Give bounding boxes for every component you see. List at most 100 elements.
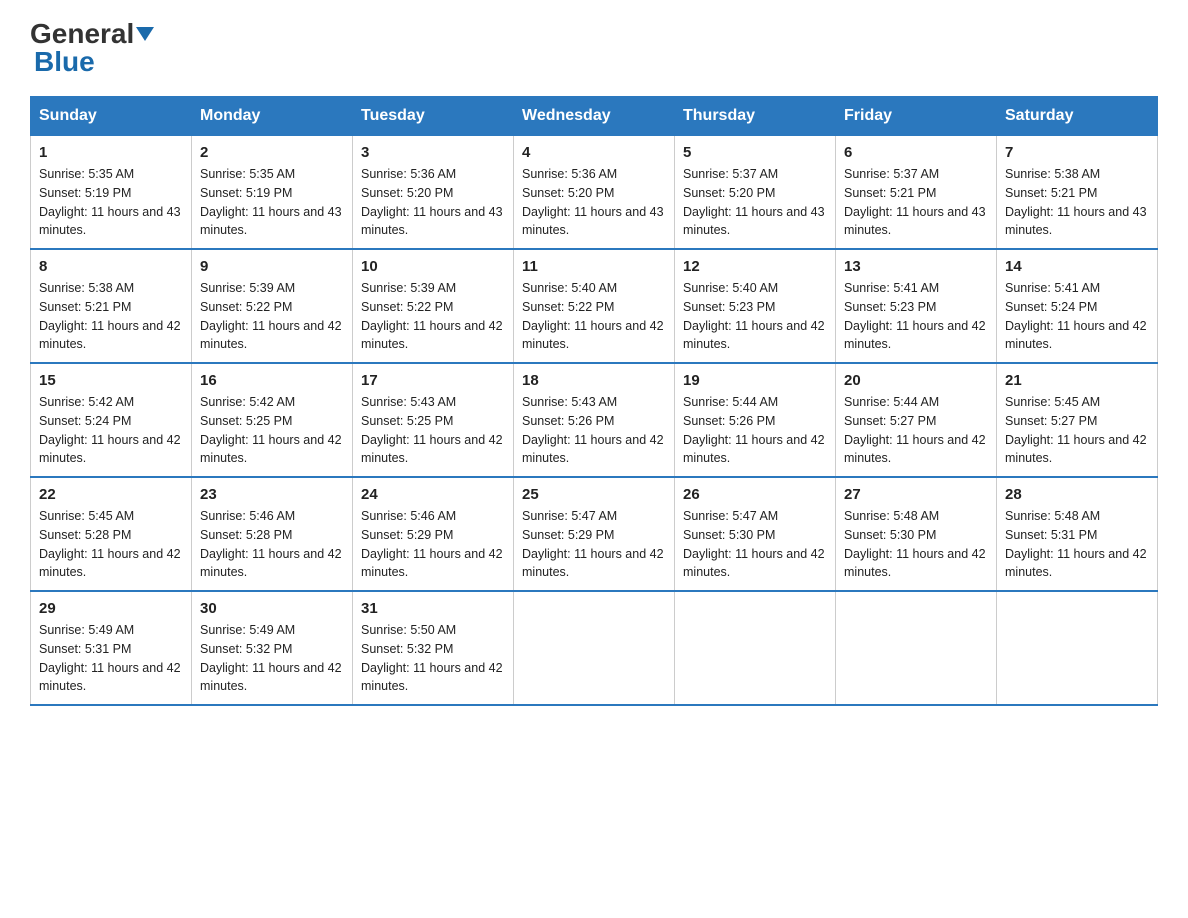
calendar-cell — [675, 591, 836, 705]
calendar-cell: 14 Sunrise: 5:41 AMSunset: 5:24 PMDaylig… — [997, 249, 1158, 363]
logo-triangle-icon — [136, 27, 154, 41]
day-number: 27 — [844, 486, 988, 503]
day-info: Sunrise: 5:39 AMSunset: 5:22 PMDaylight:… — [361, 281, 503, 351]
calendar-cell: 18 Sunrise: 5:43 AMSunset: 5:26 PMDaylig… — [514, 363, 675, 477]
calendar-week-row: 29 Sunrise: 5:49 AMSunset: 5:31 PMDaylig… — [31, 591, 1158, 705]
calendar-cell: 25 Sunrise: 5:47 AMSunset: 5:29 PMDaylig… — [514, 477, 675, 591]
day-number: 5 — [683, 144, 827, 161]
day-info: Sunrise: 5:38 AMSunset: 5:21 PMDaylight:… — [39, 281, 181, 351]
day-number: 13 — [844, 258, 988, 275]
calendar-header-tuesday: Tuesday — [353, 97, 514, 136]
day-number: 7 — [1005, 144, 1149, 161]
day-info: Sunrise: 5:47 AMSunset: 5:30 PMDaylight:… — [683, 509, 825, 579]
day-info: Sunrise: 5:36 AMSunset: 5:20 PMDaylight:… — [522, 167, 664, 237]
day-number: 19 — [683, 372, 827, 389]
day-info: Sunrise: 5:40 AMSunset: 5:23 PMDaylight:… — [683, 281, 825, 351]
day-info: Sunrise: 5:38 AMSunset: 5:21 PMDaylight:… — [1005, 167, 1147, 237]
calendar-cell: 29 Sunrise: 5:49 AMSunset: 5:31 PMDaylig… — [31, 591, 192, 705]
calendar-cell: 13 Sunrise: 5:41 AMSunset: 5:23 PMDaylig… — [836, 249, 997, 363]
day-number: 24 — [361, 486, 505, 503]
day-number: 22 — [39, 486, 183, 503]
day-info: Sunrise: 5:44 AMSunset: 5:27 PMDaylight:… — [844, 395, 986, 465]
day-number: 10 — [361, 258, 505, 275]
logo-general-text: General — [30, 20, 134, 48]
calendar-cell: 28 Sunrise: 5:48 AMSunset: 5:31 PMDaylig… — [997, 477, 1158, 591]
calendar-cell: 27 Sunrise: 5:48 AMSunset: 5:30 PMDaylig… — [836, 477, 997, 591]
day-info: Sunrise: 5:49 AMSunset: 5:32 PMDaylight:… — [200, 623, 342, 693]
day-number: 8 — [39, 258, 183, 275]
day-info: Sunrise: 5:50 AMSunset: 5:32 PMDaylight:… — [361, 623, 503, 693]
day-number: 28 — [1005, 486, 1149, 503]
day-info: Sunrise: 5:36 AMSunset: 5:20 PMDaylight:… — [361, 167, 503, 237]
day-number: 4 — [522, 144, 666, 161]
calendar-cell: 16 Sunrise: 5:42 AMSunset: 5:25 PMDaylig… — [192, 363, 353, 477]
day-info: Sunrise: 5:49 AMSunset: 5:31 PMDaylight:… — [39, 623, 181, 693]
day-number: 20 — [844, 372, 988, 389]
day-info: Sunrise: 5:41 AMSunset: 5:24 PMDaylight:… — [1005, 281, 1147, 351]
calendar-cell: 21 Sunrise: 5:45 AMSunset: 5:27 PMDaylig… — [997, 363, 1158, 477]
calendar-cell: 5 Sunrise: 5:37 AMSunset: 5:20 PMDayligh… — [675, 136, 836, 250]
day-info: Sunrise: 5:43 AMSunset: 5:25 PMDaylight:… — [361, 395, 503, 465]
day-info: Sunrise: 5:44 AMSunset: 5:26 PMDaylight:… — [683, 395, 825, 465]
calendar-cell: 3 Sunrise: 5:36 AMSunset: 5:20 PMDayligh… — [353, 136, 514, 250]
calendar-cell: 4 Sunrise: 5:36 AMSunset: 5:20 PMDayligh… — [514, 136, 675, 250]
calendar-header-wednesday: Wednesday — [514, 97, 675, 136]
calendar-week-row: 15 Sunrise: 5:42 AMSunset: 5:24 PMDaylig… — [31, 363, 1158, 477]
calendar-cell: 11 Sunrise: 5:40 AMSunset: 5:22 PMDaylig… — [514, 249, 675, 363]
calendar-week-row: 8 Sunrise: 5:38 AMSunset: 5:21 PMDayligh… — [31, 249, 1158, 363]
calendar-cell: 8 Sunrise: 5:38 AMSunset: 5:21 PMDayligh… — [31, 249, 192, 363]
calendar-header-sunday: Sunday — [31, 97, 192, 136]
day-number: 6 — [844, 144, 988, 161]
calendar-cell: 20 Sunrise: 5:44 AMSunset: 5:27 PMDaylig… — [836, 363, 997, 477]
day-info: Sunrise: 5:47 AMSunset: 5:29 PMDaylight:… — [522, 509, 664, 579]
calendar-cell: 10 Sunrise: 5:39 AMSunset: 5:22 PMDaylig… — [353, 249, 514, 363]
day-info: Sunrise: 5:48 AMSunset: 5:30 PMDaylight:… — [844, 509, 986, 579]
calendar-header-saturday: Saturday — [997, 97, 1158, 136]
calendar-week-row: 22 Sunrise: 5:45 AMSunset: 5:28 PMDaylig… — [31, 477, 1158, 591]
day-info: Sunrise: 5:45 AMSunset: 5:27 PMDaylight:… — [1005, 395, 1147, 465]
day-number: 9 — [200, 258, 344, 275]
calendar-cell: 7 Sunrise: 5:38 AMSunset: 5:21 PMDayligh… — [997, 136, 1158, 250]
day-number: 31 — [361, 600, 505, 617]
day-info: Sunrise: 5:45 AMSunset: 5:28 PMDaylight:… — [39, 509, 181, 579]
day-info: Sunrise: 5:37 AMSunset: 5:20 PMDaylight:… — [683, 167, 825, 237]
day-number: 21 — [1005, 372, 1149, 389]
day-number: 18 — [522, 372, 666, 389]
calendar-cell: 9 Sunrise: 5:39 AMSunset: 5:22 PMDayligh… — [192, 249, 353, 363]
day-info: Sunrise: 5:41 AMSunset: 5:23 PMDaylight:… — [844, 281, 986, 351]
logo-blue-text: Blue — [34, 48, 95, 76]
calendar-cell: 22 Sunrise: 5:45 AMSunset: 5:28 PMDaylig… — [31, 477, 192, 591]
day-number: 30 — [200, 600, 344, 617]
day-info: Sunrise: 5:43 AMSunset: 5:26 PMDaylight:… — [522, 395, 664, 465]
day-info: Sunrise: 5:46 AMSunset: 5:28 PMDaylight:… — [200, 509, 342, 579]
page-header: General Blue — [30, 20, 1158, 76]
day-info: Sunrise: 5:46 AMSunset: 5:29 PMDaylight:… — [361, 509, 503, 579]
day-info: Sunrise: 5:37 AMSunset: 5:21 PMDaylight:… — [844, 167, 986, 237]
calendar-cell: 17 Sunrise: 5:43 AMSunset: 5:25 PMDaylig… — [353, 363, 514, 477]
day-info: Sunrise: 5:42 AMSunset: 5:24 PMDaylight:… — [39, 395, 181, 465]
day-number: 15 — [39, 372, 183, 389]
day-number: 29 — [39, 600, 183, 617]
calendar-header-monday: Monday — [192, 97, 353, 136]
calendar-cell: 31 Sunrise: 5:50 AMSunset: 5:32 PMDaylig… — [353, 591, 514, 705]
calendar-cell — [836, 591, 997, 705]
logo: General Blue — [30, 20, 154, 76]
day-info: Sunrise: 5:40 AMSunset: 5:22 PMDaylight:… — [522, 281, 664, 351]
calendar-cell: 1 Sunrise: 5:35 AMSunset: 5:19 PMDayligh… — [31, 136, 192, 250]
calendar-cell: 19 Sunrise: 5:44 AMSunset: 5:26 PMDaylig… — [675, 363, 836, 477]
calendar-cell: 23 Sunrise: 5:46 AMSunset: 5:28 PMDaylig… — [192, 477, 353, 591]
calendar-cell: 26 Sunrise: 5:47 AMSunset: 5:30 PMDaylig… — [675, 477, 836, 591]
day-info: Sunrise: 5:48 AMSunset: 5:31 PMDaylight:… — [1005, 509, 1147, 579]
day-number: 12 — [683, 258, 827, 275]
calendar-cell: 15 Sunrise: 5:42 AMSunset: 5:24 PMDaylig… — [31, 363, 192, 477]
calendar-cell: 6 Sunrise: 5:37 AMSunset: 5:21 PMDayligh… — [836, 136, 997, 250]
calendar-cell — [514, 591, 675, 705]
calendar-cell: 30 Sunrise: 5:49 AMSunset: 5:32 PMDaylig… — [192, 591, 353, 705]
calendar-cell: 2 Sunrise: 5:35 AMSunset: 5:19 PMDayligh… — [192, 136, 353, 250]
calendar-cell: 12 Sunrise: 5:40 AMSunset: 5:23 PMDaylig… — [675, 249, 836, 363]
calendar-header-friday: Friday — [836, 97, 997, 136]
day-info: Sunrise: 5:35 AMSunset: 5:19 PMDaylight:… — [200, 167, 342, 237]
calendar-cell: 24 Sunrise: 5:46 AMSunset: 5:29 PMDaylig… — [353, 477, 514, 591]
day-number: 3 — [361, 144, 505, 161]
day-number: 25 — [522, 486, 666, 503]
